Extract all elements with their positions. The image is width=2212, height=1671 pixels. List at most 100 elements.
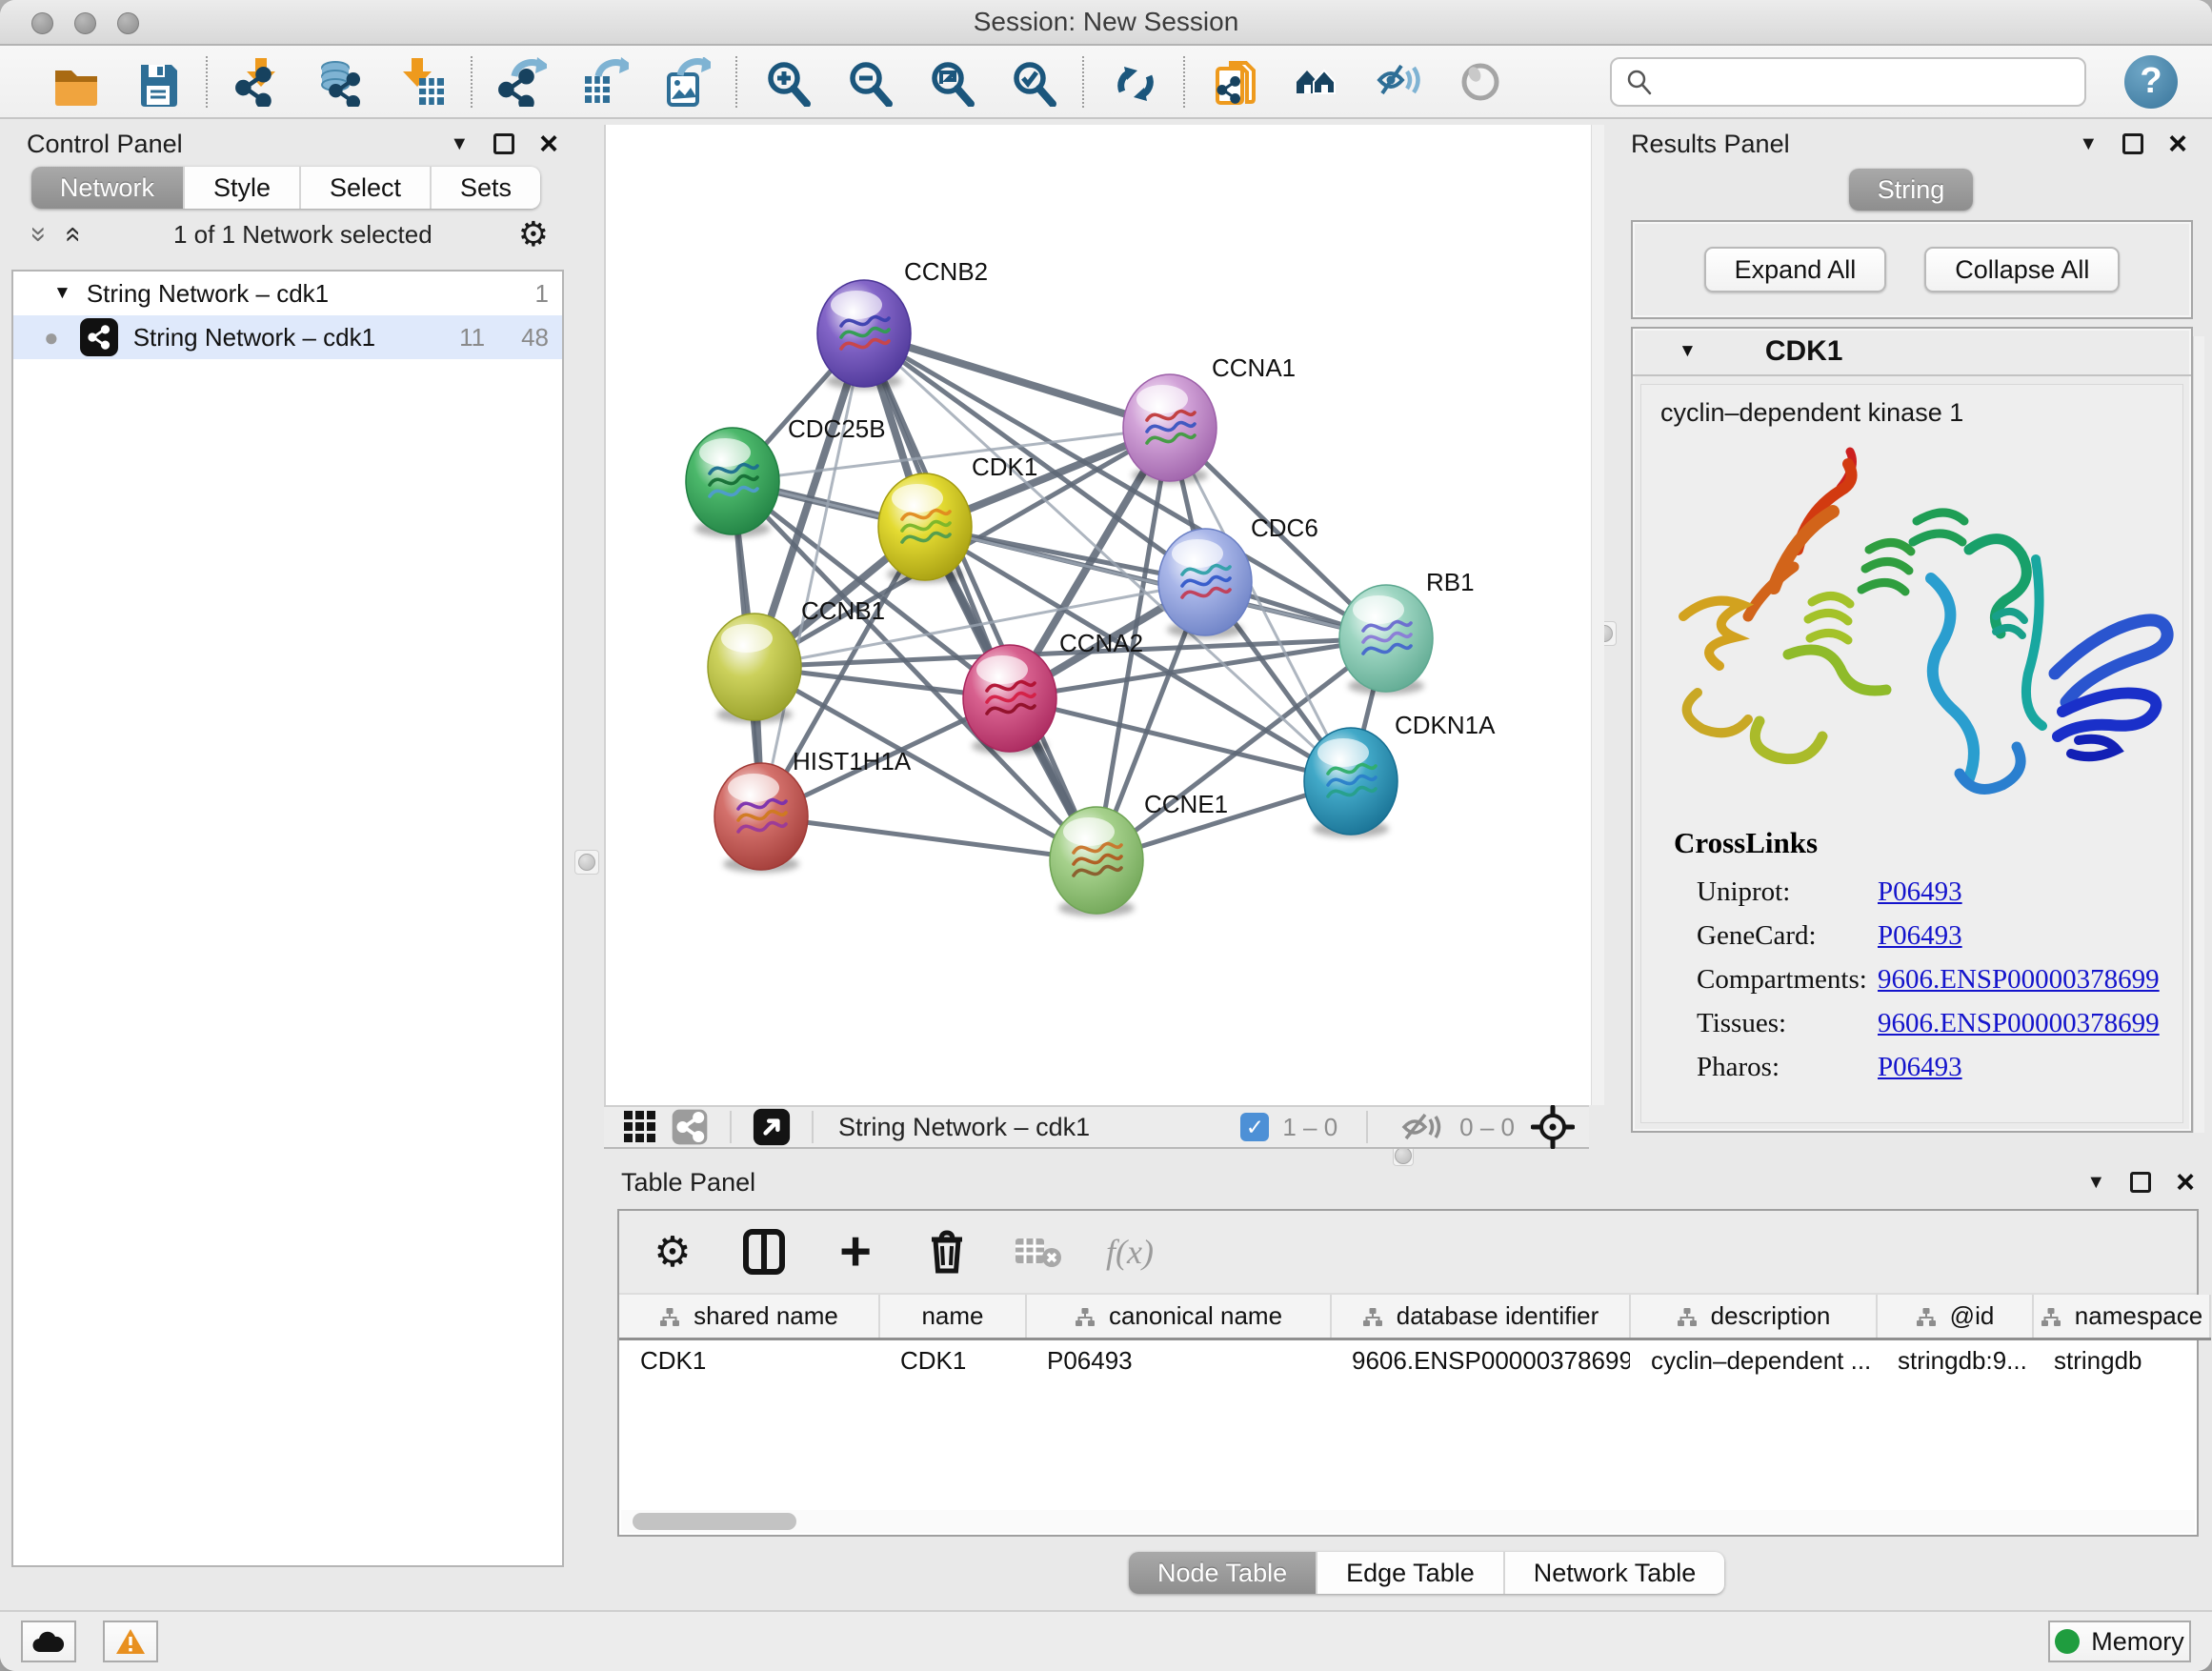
column-header-description[interactable]: description — [1630, 1295, 1877, 1339]
table-cell[interactable]: P06493 — [1026, 1339, 1331, 1382]
node-label-cdkn1a: CDKN1A — [1395, 711, 1496, 739]
control-panel-close-icon[interactable]: × — [539, 133, 558, 154]
hide-results-icon[interactable] — [1372, 55, 1425, 109]
export-network-icon[interactable] — [495, 55, 549, 109]
protein-header[interactable]: ▼ CDK1 — [1633, 329, 2191, 376]
network-canvas[interactable]: CCNB2 CCNA1 CDC25B CDK1 CDC6 RB1 CCNB1 C… — [604, 125, 1589, 1105]
help-button[interactable]: ? — [2124, 55, 2178, 109]
memory-button[interactable]: Memory — [2048, 1621, 2191, 1662]
table-panel-collapse-icon[interactable]: ▼ — [2086, 1172, 2105, 1194]
save-session-icon[interactable] — [130, 55, 183, 109]
show-columns-icon[interactable] — [739, 1227, 789, 1277]
network-options-gear-icon[interactable]: ⚙ — [518, 214, 549, 254]
import-network-file-icon[interactable] — [231, 55, 284, 109]
hidden-elements-eye-icon[interactable] — [1397, 1102, 1446, 1152]
control-panel-float-icon[interactable] — [493, 133, 514, 154]
clone-network-icon[interactable] — [1208, 55, 1261, 109]
collection-expander-icon[interactable]: ▼ — [53, 283, 71, 304]
memory-label: Memory — [2091, 1627, 2184, 1657]
column-network-icon — [659, 1307, 680, 1328]
crosslink-link[interactable]: 9606.ENSP00000378699 — [1878, 1008, 2160, 1038]
network-graph[interactable]: CCNB2 CCNA1 CDC25B CDK1 CDC6 RB1 CCNB1 C… — [606, 125, 1591, 1105]
expand-all-networks-icon[interactable]: » — [55, 218, 88, 251]
column-header-at-id[interactable]: @id — [1877, 1295, 2033, 1339]
tab-sets[interactable]: Sets — [432, 167, 540, 209]
table-row[interactable]: CDK1CDK1P064939606.ENSP00000378699cyclin… — [619, 1339, 2210, 1382]
table-panel-float-icon[interactable] — [2130, 1172, 2151, 1193]
open-session-icon[interactable] — [48, 55, 101, 109]
export-image-icon[interactable] — [659, 55, 713, 109]
grid-view-icon[interactable] — [615, 1102, 665, 1152]
table-cell[interactable]: stringdb:9... — [1877, 1339, 2033, 1382]
function-builder-icon: f(x) — [1105, 1227, 1155, 1277]
network-selection-summary: 1 of 1 Network selected — [88, 220, 518, 250]
crosslink-link[interactable]: 9606.ENSP00000378699 — [1878, 964, 2160, 995]
zoom-selected-icon[interactable] — [1006, 55, 1059, 109]
search-input[interactable] — [1663, 67, 2063, 96]
tab-select[interactable]: Select — [301, 167, 432, 209]
network-row[interactable]: ● String Network – cdk1 11 48 — [13, 315, 562, 359]
zoom-out-icon[interactable] — [842, 55, 895, 109]
results-scrollbar[interactable] — [2193, 336, 2204, 1133]
network-scrollbar[interactable] — [1591, 125, 1604, 1105]
expand-all-button[interactable]: Expand All — [1704, 247, 1887, 292]
selected-nodes-checkbox-icon[interactable]: ✓ — [1240, 1113, 1269, 1141]
column-header-name[interactable]: name — [879, 1295, 1026, 1339]
zoom-in-icon[interactable] — [760, 55, 814, 109]
cloud-status-button[interactable] — [21, 1621, 76, 1662]
tab-network[interactable]: Network — [31, 167, 185, 209]
column-header-canonical-name[interactable]: canonical name — [1026, 1295, 1331, 1339]
search-box[interactable] — [1610, 57, 2086, 107]
show-results-icon[interactable] — [1454, 55, 1507, 109]
crosslink-link[interactable]: P06493 — [1878, 1052, 1962, 1082]
results-panel-close-icon[interactable]: × — [2168, 133, 2187, 154]
create-column-plus-icon[interactable]: + — [831, 1227, 880, 1277]
table-cell[interactable]: cyclin–dependent ... — [1630, 1339, 1877, 1382]
refresh-view-icon[interactable] — [1107, 55, 1160, 109]
tab-edge-table[interactable]: Edge Table — [1317, 1552, 1505, 1594]
crosslink-link[interactable]: P06493 — [1878, 920, 1962, 951]
warning-status-button[interactable] — [103, 1621, 158, 1662]
column-header-shared-name[interactable]: shared name — [619, 1295, 879, 1339]
network-collection-row[interactable]: ▼ String Network – cdk1 1 — [13, 272, 562, 315]
table-cell[interactable]: CDK1 — [619, 1339, 879, 1382]
table-settings-gear-icon[interactable]: ⚙ — [648, 1227, 697, 1277]
network-share-view-icon[interactable] — [665, 1102, 714, 1152]
control-panel-collapse-icon[interactable]: ▼ — [450, 133, 469, 155]
string-query-icon[interactable] — [1290, 55, 1343, 109]
node-table[interactable]: shared namenamecanonical namedatabase id… — [619, 1295, 2211, 1382]
left-splitter-grip[interactable] — [574, 850, 599, 875]
tab-node-table[interactable]: Node Table — [1129, 1552, 1317, 1594]
table-cell[interactable]: 9606.ENSP00000378699 — [1331, 1339, 1630, 1382]
table-cell[interactable]: stringdb — [2033, 1339, 2210, 1382]
node-label-ccnb2: CCNB2 — [904, 257, 988, 286]
crosslink-row: Uniprot:P06493 — [1697, 870, 2182, 914]
collapse-all-networks-icon[interactable]: » — [23, 218, 55, 251]
table-cell[interactable]: CDK1 — [879, 1339, 1026, 1382]
table-hscrollbar-thumb[interactable] — [633, 1513, 796, 1530]
import-network-database-icon[interactable] — [312, 55, 366, 109]
column-header-database-identifier[interactable]: database identifier — [1331, 1295, 1630, 1339]
delete-column-trash-icon[interactable] — [922, 1227, 972, 1277]
table-panel-close-icon[interactable]: × — [2176, 1172, 2195, 1193]
crosslink-row: Pharos:P06493 — [1697, 1045, 2182, 1089]
import-table-file-icon[interactable] — [394, 55, 448, 109]
column-header-namespace[interactable]: namespace — [2033, 1295, 2210, 1339]
results-panel-float-icon[interactable] — [2122, 133, 2143, 154]
tab-network-table[interactable]: Network Table — [1505, 1552, 1725, 1594]
zoom-fit-content-icon[interactable] — [924, 55, 977, 109]
network-current-bullet-icon: ● — [44, 323, 59, 352]
tab-style[interactable]: Style — [185, 167, 301, 209]
protein-expander-icon[interactable]: ▼ — [1679, 341, 1697, 362]
export-table-icon[interactable] — [577, 55, 631, 109]
results-panel-collapse-icon[interactable]: ▼ — [2079, 133, 2098, 155]
fit-selected-crosshair-icon[interactable] — [1528, 1102, 1578, 1152]
column-network-icon — [1362, 1307, 1383, 1328]
node-label-ccna2: CCNA2 — [1059, 629, 1143, 657]
birds-eye-view-icon[interactable] — [747, 1102, 796, 1152]
crosslink-link[interactable]: P06493 — [1878, 876, 1962, 907]
collapse-all-button[interactable]: Collapse All — [1924, 247, 2120, 292]
table-hscrollbar[interactable] — [621, 1510, 2195, 1533]
node-table-box: ⚙ + — [617, 1209, 2199, 1537]
tab-string[interactable]: String — [1849, 169, 1974, 211]
